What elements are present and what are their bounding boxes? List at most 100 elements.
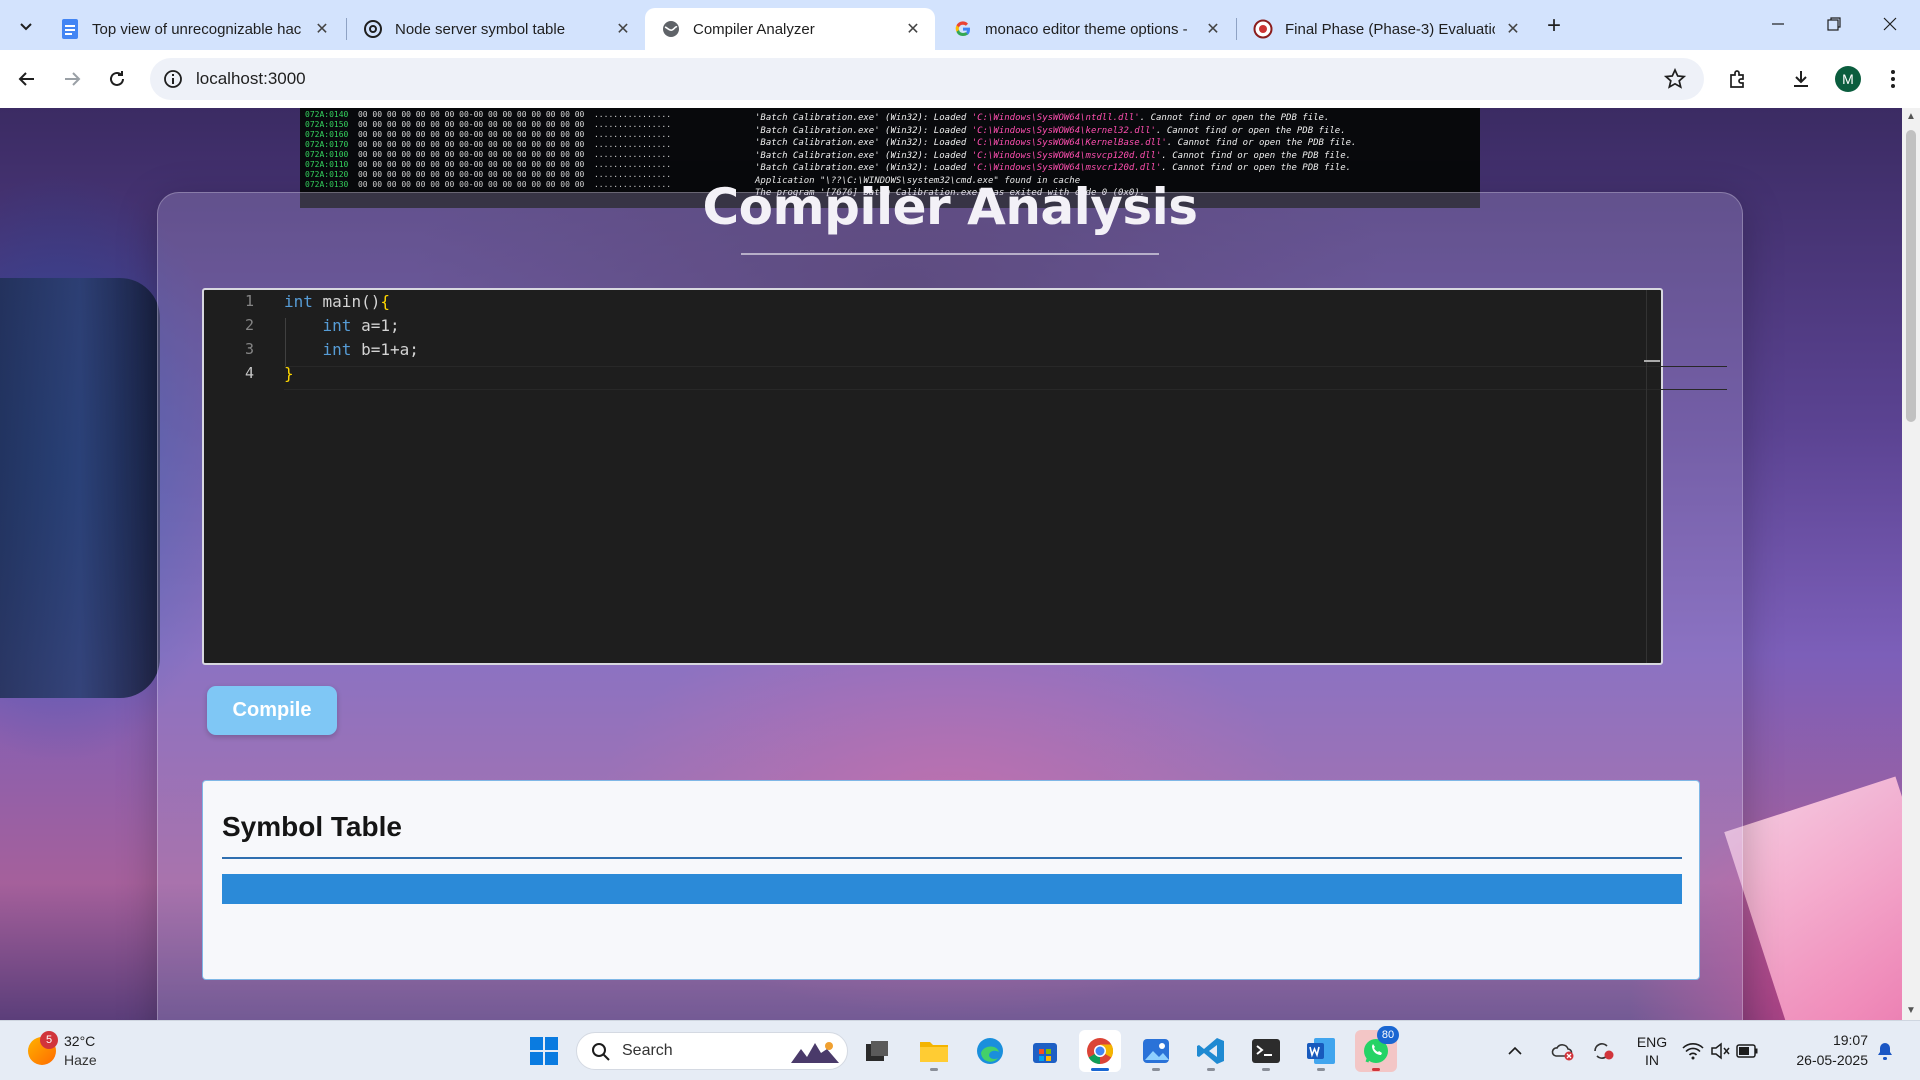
code-line[interactable]: int a=1; [284,314,400,338]
running-indicator [1262,1068,1270,1071]
profile-avatar[interactable]: M [1835,66,1861,92]
forward-button[interactable] [54,61,90,97]
hex-dump-row: 072A:0110 00 00 00 00 00 00 00 00-00 00 … [305,160,671,170]
close-icon[interactable]: ✕ [1203,19,1223,39]
taskbar-whatsapp[interactable]: 80 [1355,1026,1399,1072]
university-logo-icon [1253,19,1273,39]
taskbar: 5 32°C Haze Search 80 ENG IN 19:07 26-05… [0,1020,1920,1080]
url-text[interactable]: localhost:3000 [196,69,306,89]
line-number: 1 [244,292,254,310]
hex-address: 072A:0100 [305,150,358,159]
system-clock[interactable]: 19:07 26-05-2025 [1796,1030,1868,1070]
tab-hacker-image[interactable]: Top view of unrecognizable hac ✕ [44,8,344,50]
scroll-thumb[interactable] [1906,130,1916,422]
extensions-button[interactable] [1724,65,1752,93]
globe-icon [661,19,681,39]
log-path: 'C:\Windows\SysWOW64\kernel32.dll' [971,125,1156,136]
code-text: a=1; [351,316,400,335]
running-indicator [1372,1068,1380,1071]
hex-address: 072A:0140 [305,110,358,119]
code-keyword: int [284,292,313,311]
tray-quick-settings[interactable] [1680,1030,1760,1072]
tab-search-button[interactable] [12,12,40,40]
vscode-icon [1197,1038,1224,1064]
console-log-line: 'Batch Calibration.exe' (Win32): Loaded … [755,150,1356,163]
log-path: 'C:\Windows\SysWOW64\msvcp120d.dll' [971,150,1162,161]
language-indicator[interactable]: ENG IN [1630,1033,1674,1069]
info-icon[interactable] [162,68,184,90]
weather-badge: 5 [40,1031,58,1049]
code-line[interactable]: int main(){ [284,290,390,314]
tab-title: Top view of unrecognizable hac [92,20,302,38]
log-text: . Cannot find or open the PDB file. [1155,125,1346,136]
google-docs-icon [60,19,80,39]
downloads-button[interactable] [1787,65,1815,93]
puzzle-icon [1730,70,1744,88]
show-hidden-icons-button[interactable] [1502,1030,1528,1072]
taskbar-photos[interactable] [1135,1030,1177,1072]
restore-button[interactable] [1806,0,1862,48]
taskbar-store[interactable] [1024,1030,1066,1072]
overview-ruler [1646,290,1647,663]
taskbar-word[interactable] [1300,1030,1342,1072]
tab-monaco-theme[interactable]: monaco editor theme options - ✕ [937,8,1235,50]
tab-node-server[interactable]: Node server symbol table ✕ [347,8,645,50]
log-text: . Cannot find or open the PDB file. [1139,113,1330,123]
new-tab-button[interactable]: + [1540,12,1568,40]
bookmark-star-icon[interactable] [1664,68,1686,90]
taskbar-edge[interactable] [969,1030,1011,1072]
page-scrollbar[interactable]: ▲ ▼ [1902,108,1920,1020]
close-icon[interactable]: ✕ [312,19,332,39]
close-icon[interactable]: ✕ [1503,19,1523,39]
hex-dump-row: 072A:0170 00 00 00 00 00 00 00 00-00 00 … [305,140,671,150]
line-number: 4 [244,364,254,382]
weather-widget[interactable]: 5 32°C Haze [22,1031,112,1071]
background-notebook [1724,776,1902,1020]
volume-muted-icon [1711,1042,1730,1060]
taskbar-file-explorer[interactable] [913,1030,955,1072]
taskbar-vscode[interactable] [1190,1030,1232,1072]
tab-title: Compiler Analyzer [693,20,815,38]
minimize-button[interactable] [1750,0,1806,48]
scroll-up-arrow-icon[interactable]: ▲ [1906,112,1916,122]
plus-icon: + [1546,12,1561,39]
bell-icon [1878,1043,1892,1060]
log-text: . Cannot find or open the PDB file. [1161,163,1352,173]
clock-date: 26-05-2025 [1796,1052,1868,1068]
tray-sync[interactable] [1588,1030,1618,1072]
tray-onedrive[interactable] [1548,1030,1578,1072]
code-line[interactable]: int b=1+a; [284,338,419,362]
line-number: 3 [244,340,254,358]
taskbar-chrome[interactable] [1079,1030,1121,1072]
reload-button[interactable] [99,61,135,97]
taskbar-task-view[interactable] [856,1030,898,1072]
task-view-icon [866,1041,888,1061]
clock-time: 19:07 [1832,1032,1868,1048]
tab-compiler-analyzer[interactable]: Compiler Analyzer ✕ [645,8,935,50]
code-editor[interactable]: 1 2 3 4 int main(){ int a=1; int b=1+a; … [202,288,1727,665]
back-button[interactable] [9,61,45,97]
taskbar-terminal[interactable] [1245,1030,1287,1072]
close-icon[interactable]: ✕ [613,19,633,39]
address-bar[interactable]: localhost:3000 [150,58,1704,100]
notifications-button[interactable] [1870,1030,1900,1072]
log-text: 'Batch Calibration.exe' (Win32): Loaded [755,150,972,161]
start-button[interactable] [523,1030,565,1072]
console-log-line: 'Batch Calibration.exe' (Win32): Loaded … [755,112,1356,125]
tab-final-phase[interactable]: Final Phase (Phase-3) Evaluatio ✕ [1237,8,1535,50]
code-line[interactable]: } [284,362,294,386]
close-icon[interactable]: ✕ [903,19,923,39]
close-window-button[interactable] [1862,0,1918,48]
tab-title: Node server symbol table [395,20,566,38]
code-keyword: int [322,340,352,359]
battery-icon [1736,1044,1758,1058]
whatsapp-badge: 80 [1377,1026,1399,1044]
hex-address: 072A:0150 [305,120,358,129]
scroll-down-arrow-icon[interactable]: ▼ [1906,1006,1916,1016]
running-indicator [1152,1068,1160,1071]
compile-button[interactable]: Compile [207,686,337,735]
menu-button[interactable] [1879,65,1907,93]
console-log-line: 'Batch Calibration.exe' (Win32): Loaded … [755,125,1356,138]
taskbar-search[interactable]: Search [576,1032,848,1070]
